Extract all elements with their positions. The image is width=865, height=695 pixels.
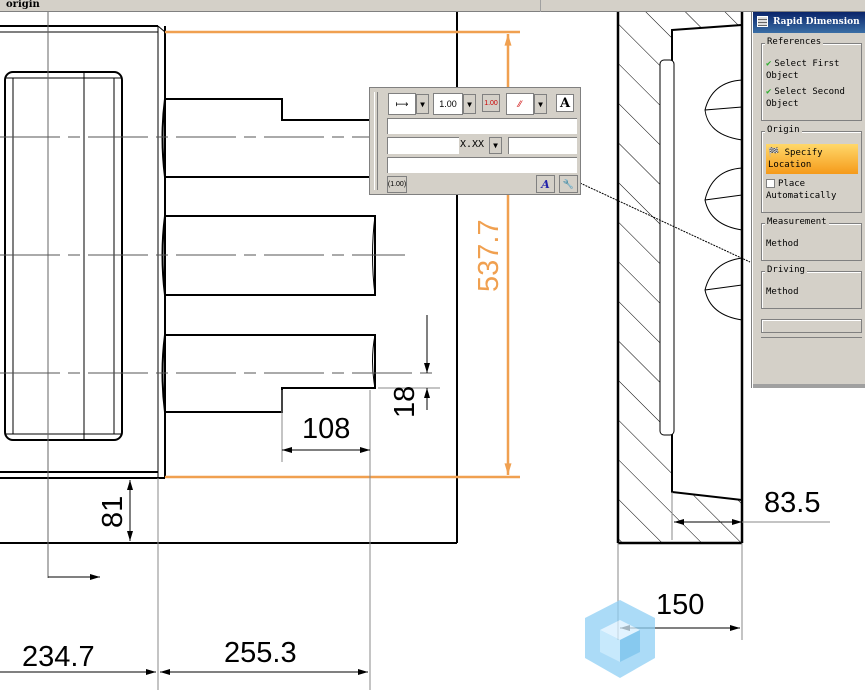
style-dropdown-button[interactable]: ▼: [416, 94, 429, 114]
prefix-text-field[interactable]: [387, 118, 577, 134]
dimension-text-234-7[interactable]: 234.7: [22, 641, 95, 673]
before-text-field[interactable]: [387, 137, 459, 154]
dimension-text-108[interactable]: 108: [302, 413, 350, 445]
text-A-icon[interactable]: A: [556, 94, 574, 112]
format-dropdown-button[interactable]: ▼: [489, 137, 502, 154]
group-label-driving: Driving: [765, 265, 807, 275]
place-automatically-label: Place Automatically: [766, 179, 837, 201]
select-second-label: Select Second Object: [766, 87, 845, 109]
precision-dropdown-button[interactable]: ▼: [463, 94, 476, 114]
dimension-style-icon[interactable]: ⟼: [388, 93, 416, 115]
tolerance-style-icon[interactable]: ⁄⁄: [506, 93, 534, 115]
group-references: References ✔ Select First Object ✔ Select …: [761, 37, 862, 121]
watermark-logo: [585, 600, 655, 678]
collapsed-section-bar[interactable]: [761, 319, 862, 333]
group-origin: Origin 🏁 Specify Location Place Automati…: [761, 125, 862, 213]
suffix-text-field[interactable]: [387, 157, 577, 173]
dialog-menu-icon[interactable]: [757, 16, 768, 27]
dialog-title-bar[interactable]: Rapid Dimension: [753, 12, 865, 33]
rapid-dimension-dialog: Rapid Dimension References ✔ Select First…: [752, 12, 865, 388]
dialog-bottom-edge: [753, 384, 865, 388]
dialog-title: Rapid Dimension: [773, 17, 860, 27]
precision-select[interactable]: 1.00: [433, 93, 463, 115]
reference-1.00-icon[interactable]: (1.00): [387, 176, 407, 193]
group-driving: Driving Method: [761, 265, 862, 309]
dimension-text-150[interactable]: 150: [656, 589, 704, 621]
dimension-text-255-3[interactable]: 255.3: [224, 637, 297, 669]
checkered-flag-icon: 🏁: [768, 148, 780, 158]
text-settings-icon[interactable]: A: [536, 175, 555, 193]
dimension-text-18[interactable]: 18: [389, 386, 421, 418]
precision-value: 1.00: [439, 99, 457, 109]
specify-location[interactable]: 🏁 Specify Location: [766, 144, 858, 174]
dimension-text-81[interactable]: 81: [97, 496, 129, 528]
dimension-popup-toolbar: ⟼ ▼ 1.00 ▼ 1.00 ⁄⁄ ▼ A X.XX ▼ (1.00) A 🔧: [369, 87, 581, 195]
check-icon: ✔: [766, 59, 772, 69]
wrench-icon[interactable]: 🔧: [559, 175, 578, 193]
dimension-text-537-7[interactable]: 537.7: [473, 219, 505, 292]
divider: [761, 337, 862, 338]
select-second-object[interactable]: ✔ Select Second Object: [766, 86, 858, 110]
format-value: X.XX: [460, 139, 485, 150]
dimension-text-83-5[interactable]: 83.5: [764, 487, 820, 519]
check-icon: ✔: [766, 87, 772, 97]
after-text-field[interactable]: [508, 137, 577, 154]
group-label-origin: Origin: [765, 125, 802, 135]
driving-method-label: Method: [766, 287, 799, 297]
measurement-method-label: Method: [766, 239, 799, 249]
group-measurement: Measurement Method: [761, 217, 862, 261]
checkbox[interactable]: [766, 179, 775, 188]
tolerance-dropdown-button[interactable]: ▼: [534, 94, 547, 114]
group-label-measurement: Measurement: [765, 217, 829, 227]
section-view: [579, 12, 751, 545]
toolbar-grip[interactable]: [374, 92, 378, 190]
tolerance-icon[interactable]: 1.00: [482, 94, 500, 112]
select-first-label: Select First Object: [766, 59, 840, 81]
place-automatically-checkbox[interactable]: Place Automatically: [766, 178, 858, 202]
group-label-references: References: [765, 37, 824, 47]
select-first-object[interactable]: ✔ Select First Object: [766, 58, 858, 82]
